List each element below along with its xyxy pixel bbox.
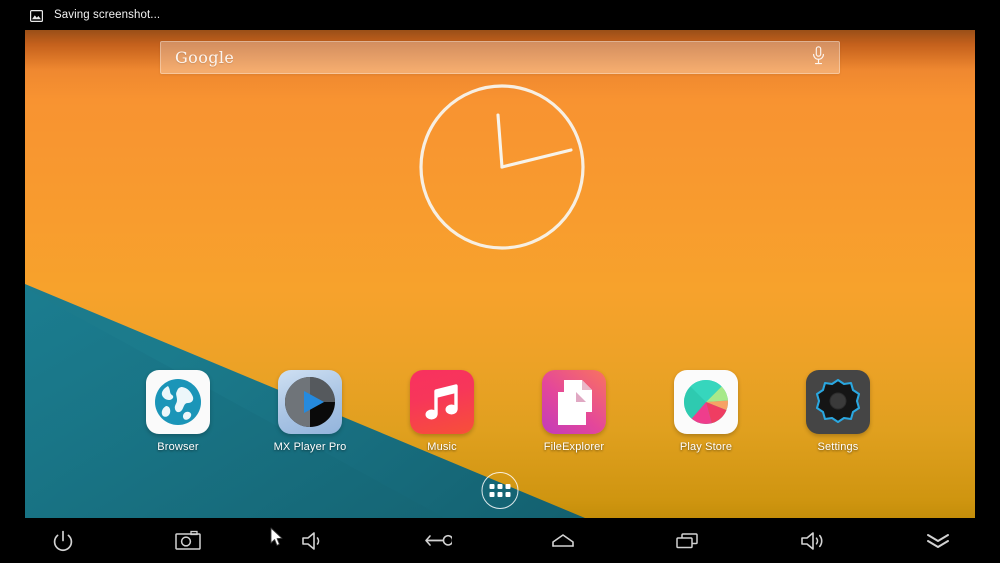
image-icon xyxy=(30,9,44,23)
app-item-file-explorer[interactable]: FileExplorer xyxy=(508,370,640,453)
status-bar: Saving screenshot... xyxy=(0,0,1000,30)
app-label: Play Store xyxy=(679,441,733,453)
app-shortcut-row: Browser MX Player Pro Music FileExplorer… xyxy=(25,370,975,453)
volume-down-icon xyxy=(300,530,326,552)
home-icon xyxy=(549,531,577,551)
recent-apps-icon xyxy=(674,531,702,551)
google-search-bar[interactable]: Google xyxy=(160,41,840,74)
grid-dots-icon xyxy=(489,484,511,497)
navigation-bar xyxy=(0,518,1000,563)
power-icon xyxy=(51,529,75,553)
screenshot-button[interactable] xyxy=(125,518,250,563)
app-item-settings[interactable]: Settings xyxy=(772,370,904,453)
app-label: MX Player Pro xyxy=(273,441,347,453)
google-logo-text: Google xyxy=(175,48,235,67)
file-pages-icon[interactable] xyxy=(542,370,606,434)
screenshot-icon xyxy=(174,530,201,552)
play-store-icon[interactable] xyxy=(674,370,738,434)
back-arrow-icon xyxy=(424,531,452,551)
status-message: Saving screenshot... xyxy=(54,9,161,21)
volume-up-icon xyxy=(799,530,827,552)
device-screen: Google Browser MX Player Pro Music FileE… xyxy=(25,30,975,518)
volume-up-button[interactable] xyxy=(750,518,875,563)
browser-globe-icon[interactable] xyxy=(146,370,210,434)
clock-hour-hand xyxy=(496,113,504,169)
back-button[interactable] xyxy=(375,518,500,563)
app-label: FileExplorer xyxy=(543,441,605,453)
clock-minute-hand xyxy=(500,148,573,169)
app-item-music[interactable]: Music xyxy=(376,370,508,453)
app-label: Browser xyxy=(157,441,199,453)
mx-player-icon[interactable] xyxy=(278,370,342,434)
chevron-double-down-icon xyxy=(924,531,952,551)
app-item-mx-player-pro[interactable]: MX Player Pro xyxy=(244,370,376,453)
app-drawer-button[interactable] xyxy=(481,472,519,509)
volume-down-button[interactable] xyxy=(250,518,375,563)
analog-clock-widget[interactable] xyxy=(417,82,587,252)
home-button[interactable] xyxy=(500,518,625,563)
power-button[interactable] xyxy=(0,518,125,563)
music-note-icon[interactable] xyxy=(410,370,474,434)
app-item-browser[interactable]: Browser xyxy=(112,370,244,453)
app-label: Settings xyxy=(817,441,859,453)
gear-icon[interactable] xyxy=(806,370,870,434)
notifications-button[interactable] xyxy=(875,518,1000,563)
microphone-icon[interactable] xyxy=(812,45,825,70)
recents-button[interactable] xyxy=(625,518,750,563)
app-item-play-store[interactable]: Play Store xyxy=(640,370,772,453)
app-label: Music xyxy=(427,441,457,453)
